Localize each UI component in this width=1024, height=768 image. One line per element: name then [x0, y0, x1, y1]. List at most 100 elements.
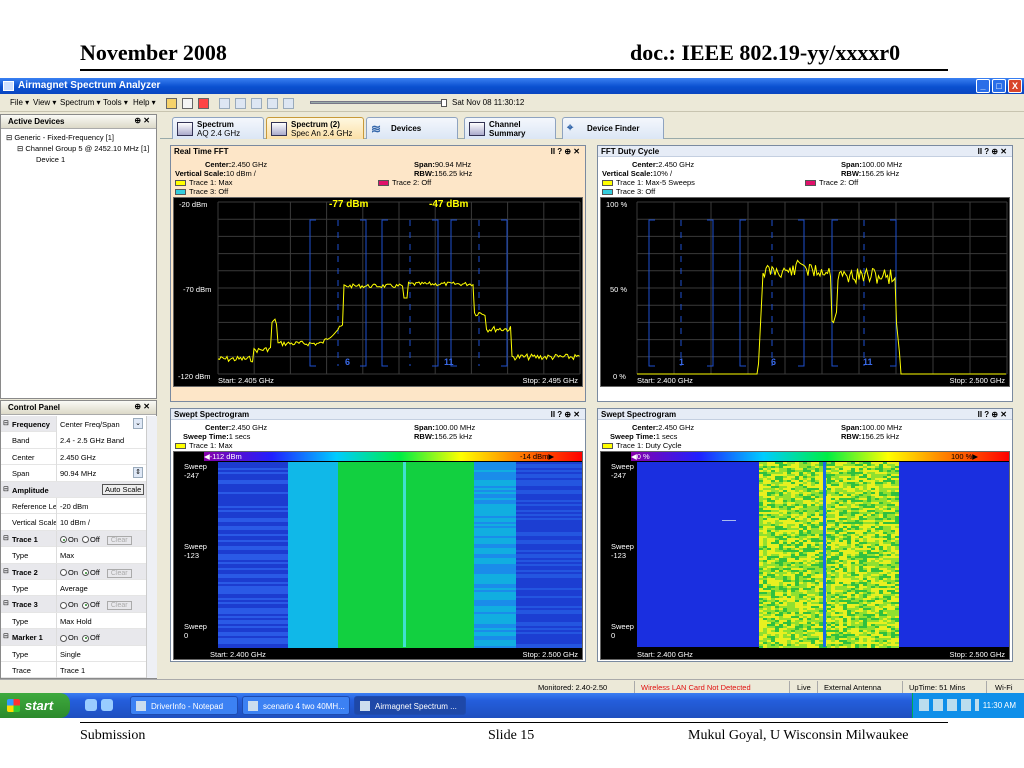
playback-slider[interactable]	[310, 99, 447, 107]
menu-help[interactable]: Help ▾	[133, 98, 156, 107]
spinner-icon[interactable]: ⇕	[133, 467, 143, 479]
on-radio[interactable]	[60, 536, 67, 544]
view-controls[interactable]: II ? ⊕ ✕	[978, 410, 1007, 419]
title-bar[interactable]: Airmagnet Spectrum Analyzer _ □ X	[0, 78, 1024, 94]
step-forward-icon[interactable]	[267, 98, 278, 109]
property-value[interactable]: Trace 1	[56, 662, 146, 678]
property-value[interactable]: -20 dBm	[56, 498, 146, 514]
control-property-row[interactable]: Center 2.450 GHz	[1, 448, 146, 466]
on-off-toggle[interactable]: On Off Clear	[56, 530, 146, 547]
step-back-icon[interactable]	[251, 98, 262, 109]
waterfall-cell	[867, 480, 871, 482]
collapse-icon[interactable]: ⊟	[3, 419, 9, 427]
quicklaunch-icon-2[interactable]	[101, 699, 113, 711]
property-value[interactable]: Single	[56, 645, 146, 662]
waterfall-cell	[859, 646, 863, 648]
property-value[interactable]: 10 dBm /	[56, 514, 146, 531]
on-off-toggle[interactable]: On Off	[56, 629, 146, 646]
on-off-toggle[interactable]: On Off Clear	[56, 596, 146, 613]
slider-knob[interactable]	[441, 99, 447, 107]
property-value[interactable]: Center Freq/Span ⌄	[56, 416, 146, 432]
collapse-icon[interactable]: ⊟	[3, 632, 9, 640]
tab-channel-summary[interactable]: Channel Summary	[464, 117, 556, 139]
collapse-icon[interactable]: ⊟	[3, 485, 9, 493]
clear-button[interactable]: Clear	[106, 601, 132, 611]
spectrogram-plot[interactable]: ◀-112 dBm -14 dBm▶ Sweep -247 Sweep -123…	[173, 451, 583, 660]
tree-node-device[interactable]: Device 1	[36, 155, 65, 164]
tray-icons[interactable]	[919, 699, 979, 711]
property-value[interactable]: Max Hold	[56, 612, 146, 629]
control-panel-scrollbar[interactable]	[146, 416, 157, 678]
maximize-button[interactable]: □	[992, 79, 1006, 93]
collapse-icon[interactable]: ⊟	[3, 567, 9, 575]
quicklaunch-icon-1[interactable]	[85, 699, 97, 711]
fft-plot[interactable]: -20 dBm -70 dBm -120 dBm -77 dBm -47 dBm…	[173, 197, 583, 387]
play-icon[interactable]	[219, 98, 230, 109]
off-radio[interactable]	[82, 601, 90, 609]
view-controls[interactable]: II ? ⊕ ✕	[978, 147, 1007, 156]
panel-pin-close-icons[interactable]: ⊕ ✕	[134, 116, 150, 125]
off-radio[interactable]	[82, 569, 90, 577]
stop-icon[interactable]	[198, 98, 209, 109]
control-property-row[interactable]: Reference Le -20 dBm	[1, 498, 146, 515]
control-property-row[interactable]: Type Average	[1, 580, 146, 597]
view-controls[interactable]: II ? ⊕ ✕	[551, 147, 580, 156]
clear-button[interactable]: Clear	[106, 568, 132, 578]
tab-spectrum[interactable]: Spectrum AQ 2.4 GHz	[172, 117, 264, 139]
waterfall-cell	[787, 634, 791, 636]
close-button[interactable]: X	[1008, 79, 1022, 93]
control-section-row[interactable]: ⊟ Trace 2 On Off Clear	[1, 563, 146, 580]
tab-device-finder[interactable]: ⌖ Device Finder	[562, 117, 664, 139]
control-section-row[interactable]: ⊟ Frequency Center Freq/Span ⌄	[1, 416, 146, 433]
control-property-row[interactable]: Type Max	[1, 547, 146, 564]
control-property-row[interactable]: Band 2.4 - 2.5 GHz Band	[1, 432, 146, 449]
duty-cycle-plot[interactable]: 100 % 50 % 0 % 1 6 11 Start: 2.400 GHz S…	[600, 197, 1010, 387]
tab-spectrum-2[interactable]: Spectrum (2) Spec An 2.4 GHz	[266, 117, 364, 139]
property-value[interactable]: Average	[56, 580, 146, 596]
control-property-row[interactable]: Type Max Hold	[1, 612, 146, 630]
clear-button[interactable]: Clear	[106, 535, 132, 545]
taskbar-item-notepad[interactable]: DriverInfo - Notepad	[130, 696, 238, 715]
property-value[interactable]: 2.450 GHz	[56, 448, 146, 465]
tree-node-channel-group[interactable]: ⊟ Channel Group 5 @ 2452.10 MHz [1]	[17, 144, 149, 153]
auto-scale-button[interactable]: Auto Scale	[102, 483, 145, 495]
control-section-row[interactable]: ⊟ Trace 3 On Off Clear	[1, 596, 146, 613]
control-property-row[interactable]: Vertical Scale 10 dBm /	[1, 514, 146, 531]
control-property-row[interactable]: Span 90.94 MHz ⇕	[1, 465, 146, 482]
pause-icon[interactable]	[235, 98, 246, 109]
collapse-icon[interactable]: ⊟	[3, 534, 9, 542]
control-property-row[interactable]: Trace Trace 1	[1, 662, 146, 679]
on-radio[interactable]	[60, 601, 67, 609]
taskbar-item-scenario[interactable]: scenario 4 two 40MH...	[242, 696, 350, 715]
view-controls[interactable]: II ? ⊕ ✕	[551, 410, 580, 419]
property-value[interactable]: 2.4 - 2.5 GHz Band	[56, 432, 146, 449]
control-section-row[interactable]: ⊟ Trace 1 On Off Clear	[1, 530, 146, 548]
on-radio[interactable]	[60, 569, 67, 577]
on-off-toggle[interactable]: On Off Clear	[56, 563, 146, 580]
panel-pin-close-icons[interactable]: ⊕ ✕	[134, 402, 150, 411]
tab-devices[interactable]: ≋ Devices	[366, 117, 458, 139]
record-icon[interactable]	[182, 98, 193, 109]
on-radio[interactable]	[60, 634, 67, 642]
menu-file[interactable]: File ▾	[10, 98, 29, 107]
control-section-row[interactable]: ⊟ Marker 1 On Off	[1, 629, 146, 646]
control-section-row[interactable]: ⊟ Amplitude Auto Scale	[1, 481, 146, 498]
duty-spectrogram-plot[interactable]: ◀0 % 100 %▶ Sweep -247 Sweep -123 Sweep …	[600, 451, 1010, 660]
control-property-row[interactable]: Type Single	[1, 645, 146, 662]
property-value[interactable]: Max	[56, 547, 146, 564]
open-folder-icon[interactable]	[166, 98, 177, 109]
tree-node-generic[interactable]: ⊟ Generic - Fixed-Frequency [1]	[6, 133, 114, 142]
auto-scale-cell[interactable]: Auto Scale	[56, 482, 146, 498]
collapse-icon[interactable]: ⊟	[3, 599, 9, 607]
start-button[interactable]: start	[0, 693, 70, 718]
property-value[interactable]: 90.94 MHz ⇕	[56, 465, 146, 482]
off-radio[interactable]	[82, 634, 90, 642]
menu-tools[interactable]: Tools ▾	[103, 98, 128, 107]
menu-view[interactable]: View ▾	[33, 98, 56, 107]
taskbar-item-airmagnet[interactable]: Airmagnet Spectrum ...	[354, 696, 466, 715]
minimize-button[interactable]: _	[976, 79, 990, 93]
off-radio[interactable]	[82, 536, 90, 544]
rewind-icon[interactable]	[283, 98, 294, 109]
dropdown-arrow-icon[interactable]: ⌄	[133, 418, 143, 429]
menu-spectrum[interactable]: Spectrum ▾	[60, 98, 100, 107]
